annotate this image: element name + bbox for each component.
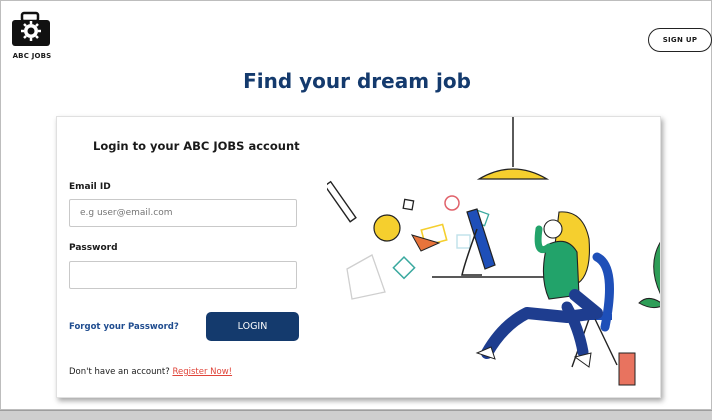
deco-square-small (402, 198, 415, 211)
deco-bar (327, 180, 357, 223)
forgot-password-link[interactable]: Forgot your Password? (69, 322, 179, 332)
person-shoe-right (573, 352, 592, 368)
login-title: Login to your ABC JOBS account (93, 139, 300, 153)
brand-logo[interactable]: ABC JOBS (10, 10, 54, 64)
login-card: Login to your ABC JOBS account Email ID … (56, 116, 661, 398)
briefcase-gear-icon (12, 11, 50, 46)
monitor (466, 208, 496, 270)
deco-diamond-teal (392, 256, 416, 280)
deco-square-light (456, 234, 471, 249)
register-prompt-text: Don't have an account? (69, 367, 170, 377)
email-field[interactable] (69, 199, 297, 227)
register-link[interactable]: Register Now! (172, 367, 232, 377)
page-frame: ABC JOBS SIGN UP Find your dream job Log… (0, 0, 712, 410)
password-field[interactable] (69, 261, 297, 289)
deco-circle-yellow (373, 214, 401, 242)
brand-name: ABC JOBS (12, 52, 52, 60)
page-headline: Find your dream job (243, 69, 471, 93)
email-label: Email ID (69, 182, 111, 192)
person-head (543, 219, 563, 239)
lamp-shade (476, 168, 550, 180)
plant-leaf-3 (638, 298, 660, 309)
woman-at-computer-illustration (327, 117, 660, 386)
deco-circle-red (444, 195, 460, 211)
register-prompt: Don't have an account? Register Now! (69, 367, 232, 377)
plant-leaf-1 (653, 241, 660, 295)
deco-triangle (410, 234, 441, 252)
deco-polygon-grey (346, 254, 386, 300)
plant-pot (618, 352, 636, 386)
login-button[interactable]: LOGIN (206, 312, 299, 341)
signup-button[interactable]: SIGN UP (648, 28, 712, 52)
password-label: Password (69, 243, 118, 253)
